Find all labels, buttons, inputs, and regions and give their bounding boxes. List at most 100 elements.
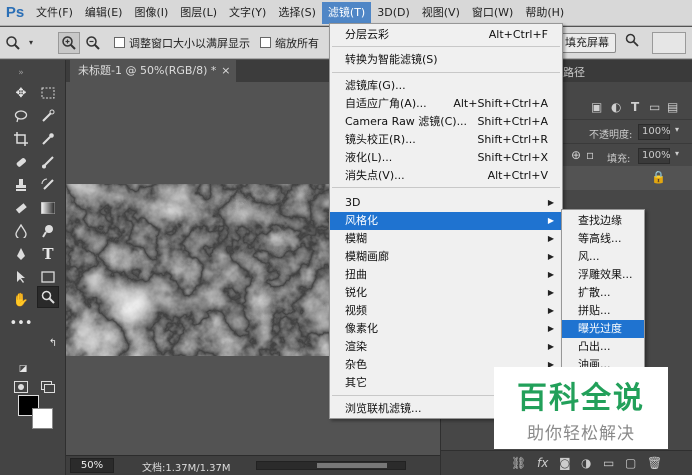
- lock-pixels-icon[interactable]: ⊕: [571, 148, 581, 162]
- menu-help[interactable]: 帮助(H): [519, 2, 570, 24]
- menu-item-render[interactable]: 渲染 ▶: [330, 338, 562, 356]
- menu-item-vanishing-point[interactable]: 消失点(V)... Alt+Ctrl+V: [330, 167, 562, 185]
- fill-field[interactable]: 100%: [638, 148, 671, 164]
- zoom-all-checkbox[interactable]: [260, 37, 271, 48]
- chevron-down-icon[interactable]: ▾: [675, 149, 679, 158]
- submenu-item-find-edges[interactable]: 查找边缘: [562, 212, 644, 230]
- chevron-down-icon[interactable]: ▾: [675, 125, 679, 134]
- add-mask-icon[interactable]: ◙: [559, 456, 571, 470]
- menu-item-sharpen[interactable]: 锐化 ▶: [330, 284, 562, 302]
- type-filter-icon[interactable]: T: [631, 100, 639, 114]
- submenu-item-extrude[interactable]: 凸出...: [562, 338, 644, 356]
- menu-item-difference-clouds[interactable]: 分层云彩 Alt+Ctrl+F: [330, 26, 562, 44]
- menu-item-camera-raw[interactable]: Camera Raw 滤镜(C)... Shift+Ctrl+A: [330, 113, 562, 131]
- zoom-tool-icon[interactable]: [37, 286, 59, 308]
- menu-item-distort[interactable]: 扭曲 ▶: [330, 266, 562, 284]
- adjustment-layer-icon[interactable]: ◑: [581, 456, 591, 470]
- menu-item-convert-smart-filter[interactable]: 转换为智能滤镜(S): [330, 51, 562, 69]
- layers-panel-footer: ⛓ fx ◙ ◑ ▭ ▢ 🗑: [441, 450, 692, 475]
- menu-filter[interactable]: 滤镜(T): [321, 1, 372, 24]
- menu-item-blur-gallery[interactable]: 模糊画廊 ▶: [330, 248, 562, 266]
- workspace-switcher-icon[interactable]: [652, 32, 686, 54]
- menu-item-liquify[interactable]: 液化(L)... Shift+Ctrl+X: [330, 149, 562, 167]
- blur-tool-icon[interactable]: [10, 220, 32, 242]
- screen-mode-icon[interactable]: [37, 376, 59, 398]
- shape-filter-icon[interactable]: ▭: [649, 100, 660, 114]
- rectangle-tool-icon[interactable]: [37, 266, 59, 288]
- crop-tool-icon[interactable]: [10, 128, 32, 150]
- menu-type[interactable]: 文字(Y): [223, 2, 272, 24]
- brush-tool-icon[interactable]: [37, 151, 59, 173]
- scrollbar-thumb[interactable]: [317, 463, 387, 468]
- dodge-tool-icon[interactable]: [37, 220, 59, 242]
- zoom-out-icon[interactable]: [82, 32, 104, 54]
- quick-selection-tool-icon[interactable]: [37, 105, 59, 127]
- eyedropper-tool-icon[interactable]: [37, 128, 59, 150]
- submenu-item-emboss[interactable]: 浮雕效果...: [562, 266, 644, 284]
- clone-stamp-tool-icon[interactable]: [10, 174, 32, 196]
- marquee-tool-icon[interactable]: [37, 82, 59, 104]
- close-icon[interactable]: ×: [221, 60, 230, 82]
- gradient-tool-icon[interactable]: [37, 197, 59, 219]
- history-brush-tool-icon[interactable]: [37, 174, 59, 196]
- hand-tool-icon[interactable]: ✋: [10, 289, 32, 311]
- search-icon[interactable]: [620, 32, 644, 54]
- smart-object-filter-icon[interactable]: ▤: [667, 100, 678, 114]
- submenu-item-tiles[interactable]: 拼贴...: [562, 302, 644, 320]
- menu-file[interactable]: 文件(F): [30, 2, 79, 24]
- adjustment-filter-icon[interactable]: ◐: [611, 100, 621, 114]
- swap-colors-icon[interactable]: ↰: [42, 332, 64, 354]
- zoom-in-icon[interactable]: [58, 31, 80, 54]
- type-tool-icon[interactable]: T: [37, 243, 59, 265]
- zoom-tool-preset-icon[interactable]: [2, 32, 24, 54]
- background-color-swatch[interactable]: [32, 408, 53, 429]
- opacity-field[interactable]: 100%: [638, 124, 671, 140]
- document-tab[interactable]: 未标题-1 @ 50%(RGB/8) * ×: [70, 60, 237, 82]
- document-info[interactable]: 文档:1.37M/1.37M: [142, 459, 231, 474]
- menu-item-blur[interactable]: 模糊 ▶: [330, 230, 562, 248]
- link-layers-icon[interactable]: ⛓: [511, 456, 526, 470]
- menu-image[interactable]: 图像(I): [128, 2, 174, 24]
- healing-brush-tool-icon[interactable]: [10, 151, 32, 173]
- resize-windows-label: 调整窗口大小以满屏显示: [129, 36, 250, 50]
- resize-windows-checkbox[interactable]: [114, 37, 125, 48]
- submenu-item-trace-contour[interactable]: 等高线...: [562, 230, 644, 248]
- menu-layer[interactable]: 图层(L): [174, 2, 223, 24]
- menu-item-lens-correction[interactable]: 镜头校正(R)... Shift+Ctrl+R: [330, 131, 562, 149]
- move-tool-icon[interactable]: ✥: [10, 82, 32, 104]
- menu-view[interactable]: 视图(V): [416, 2, 466, 24]
- fill-screen-button[interactable]: 填充屏幕: [558, 33, 616, 53]
- menu-item-pixelate[interactable]: 像素化 ▶: [330, 320, 562, 338]
- chevron-down-icon[interactable]: ▾: [26, 32, 36, 54]
- new-group-icon[interactable]: ▭: [603, 456, 614, 470]
- lasso-tool-icon[interactable]: [10, 105, 32, 127]
- horizontal-scrollbar[interactable]: [256, 461, 406, 470]
- menu-separator: [332, 187, 560, 188]
- trash-icon[interactable]: 🗑: [647, 456, 662, 470]
- menu-window[interactable]: 窗口(W): [466, 2, 519, 24]
- menu-3d[interactable]: 3D(D): [371, 2, 416, 24]
- submenu-item-wind[interactable]: 风...: [562, 248, 644, 266]
- pen-tool-icon[interactable]: [10, 243, 32, 265]
- collapse-icon[interactable]: »: [10, 62, 32, 84]
- menu-item-filter-gallery[interactable]: 滤镜库(G)...: [330, 77, 562, 95]
- menu-select[interactable]: 选择(S): [272, 2, 322, 24]
- tab-paths[interactable]: 路径: [563, 64, 585, 80]
- zoom-level-field[interactable]: 50%: [70, 458, 114, 473]
- lock-icon: 🔒: [651, 170, 666, 184]
- eraser-tool-icon[interactable]: [10, 197, 32, 219]
- quick-mask-icon[interactable]: [10, 376, 32, 398]
- menu-item-stylize[interactable]: 风格化 ▶: [330, 212, 562, 230]
- menu-edit[interactable]: 编辑(E): [79, 2, 129, 24]
- menu-item-adaptive-wide-angle[interactable]: 自适应广角(A)... Alt+Shift+Ctrl+A: [330, 95, 562, 113]
- fx-icon[interactable]: fx: [537, 456, 548, 470]
- submenu-item-diffuse[interactable]: 扩散...: [562, 284, 644, 302]
- path-selection-tool-icon[interactable]: [10, 266, 32, 288]
- menu-item-3d[interactable]: 3D ▶: [330, 194, 562, 212]
- lock-position-icon[interactable]: ▫: [586, 148, 594, 162]
- more-tools-icon[interactable]: •••: [10, 312, 33, 334]
- menu-item-video[interactable]: 视频 ▶: [330, 302, 562, 320]
- image-filter-icon[interactable]: ▣: [591, 100, 602, 114]
- new-layer-icon[interactable]: ▢: [625, 456, 636, 470]
- submenu-item-solarize[interactable]: 曝光过度: [562, 320, 644, 338]
